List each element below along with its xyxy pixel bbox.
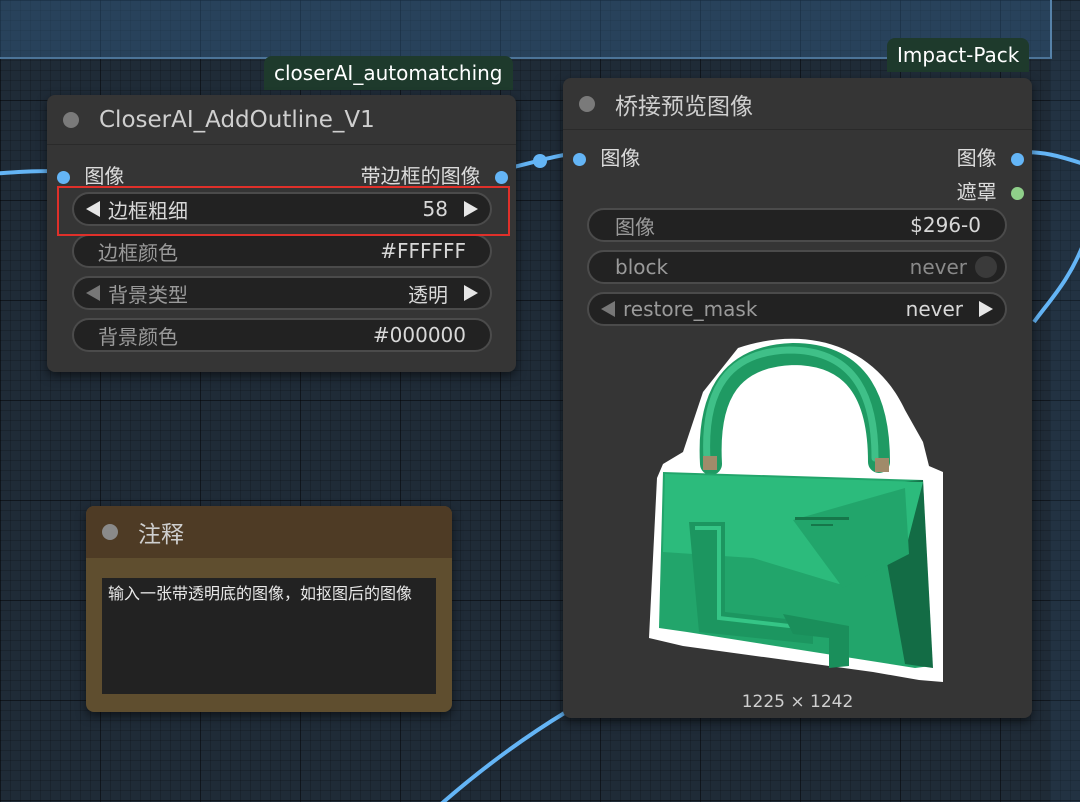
node-title-bar[interactable]: CloserAI_AddOutline_V1	[47, 95, 516, 145]
group-tag-closerai: closerAI_automatching	[264, 56, 513, 90]
input-slot-image[interactable]: 图像	[57, 160, 124, 189]
output-label: 图像	[956, 146, 997, 170]
widget-label: block	[615, 255, 669, 279]
next-option-arrow-icon[interactable]	[464, 285, 478, 301]
widget-value: $296-0	[910, 213, 981, 237]
widget-background-color[interactable]: 背景颜色 #000000	[72, 318, 492, 352]
output-port[interactable]	[495, 171, 508, 184]
note-textarea[interactable]: 输入一张带透明底的图像，如抠图后的图像	[102, 578, 436, 694]
widget-value: #FFFFFF	[380, 239, 466, 263]
node-preview-bridge[interactable]: 桥接预览图像 图像 图像 遮罩 图像 $296-0 block never re…	[563, 78, 1032, 718]
output-slot-mask[interactable]: 遮罩	[957, 176, 1024, 205]
prev-option-arrow-icon[interactable]	[86, 285, 100, 301]
output-label: 遮罩	[956, 180, 997, 204]
wire-reroute-dot[interactable]	[533, 154, 547, 168]
wire-bottom[interactable]	[440, 710, 568, 802]
node-collapse-dot[interactable]	[63, 111, 79, 128]
widget-border-color[interactable]: 边框颜色 #FFFFFF	[72, 234, 492, 268]
next-option-arrow-icon[interactable]	[979, 301, 993, 317]
input-port[interactable]	[573, 153, 586, 166]
widget-value: 透明	[408, 282, 448, 307]
toggle-knob-icon[interactable]	[975, 256, 997, 278]
output-port[interactable]	[1011, 153, 1024, 166]
node-title: CloserAI_AddOutline_V1	[99, 106, 375, 133]
widget-value: never	[905, 297, 963, 321]
widget-value: #000000	[372, 323, 466, 347]
input-label: 图像	[600, 146, 641, 170]
group-tag-impact-pack: Impact-Pack	[887, 38, 1030, 72]
output-slot-outlined-image[interactable]: 带边框的图像	[361, 160, 508, 189]
node-title-bar[interactable]: 桥接预览图像	[563, 78, 1032, 130]
output-label: 带边框的图像	[360, 164, 481, 188]
wire-right-down[interactable]	[1032, 240, 1080, 324]
widget-block-toggle[interactable]: block never	[587, 250, 1007, 284]
preview-image	[649, 338, 943, 682]
prev-option-arrow-icon[interactable]	[601, 301, 615, 317]
node-collapse-dot[interactable]	[579, 95, 595, 112]
node-title: 注释	[138, 522, 184, 548]
widget-background-type[interactable]: 背景类型 透明	[72, 276, 492, 310]
input-label: 图像	[84, 164, 125, 188]
widget-label: 背景类型	[108, 282, 188, 307]
node-title: 桥接预览图像	[615, 93, 753, 120]
output-port[interactable]	[1011, 187, 1024, 200]
widget-value: never	[909, 255, 967, 279]
widget-label: restore_mask	[623, 297, 758, 321]
highlight-box	[57, 186, 510, 236]
node-note[interactable]: 注释 输入一张带透明底的图像，如抠图后的图像	[86, 506, 452, 712]
node-title-bar[interactable]: 注释	[86, 506, 452, 558]
widget-label: 图像	[615, 214, 655, 239]
input-slot-image[interactable]: 图像	[573, 142, 640, 171]
image-dimensions: 1225 × 1242	[741, 692, 854, 712]
node-collapse-dot[interactable]	[102, 524, 118, 540]
widget-restore-mask[interactable]: restore_mask never	[587, 292, 1007, 326]
widget-label: 边框颜色	[98, 240, 178, 265]
widget-label: 背景颜色	[98, 324, 178, 349]
widget-image[interactable]: 图像 $296-0	[587, 208, 1007, 242]
output-slot-image[interactable]: 图像	[957, 142, 1024, 171]
input-port[interactable]	[57, 171, 70, 184]
